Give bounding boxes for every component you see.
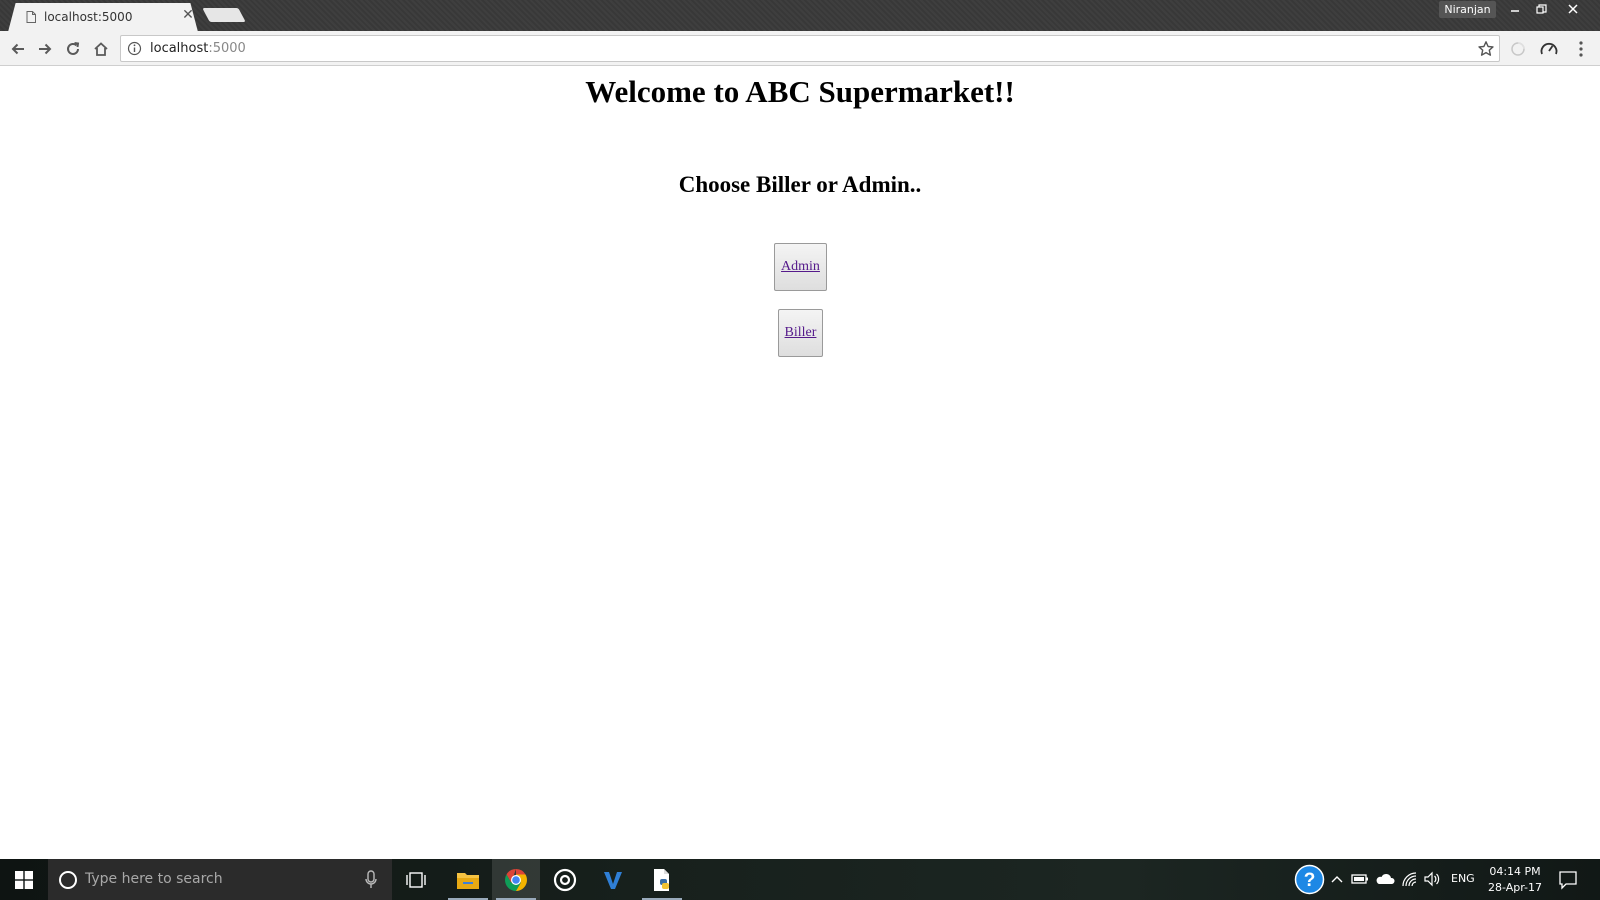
back-arrow-icon[interactable] xyxy=(6,37,30,61)
volume-icon[interactable] xyxy=(1423,870,1441,888)
browser-titlebar: localhost:5000 ✕ Niranjan xyxy=(0,0,1600,32)
task-view-icon[interactable] xyxy=(392,859,440,900)
chrome-icon[interactable] xyxy=(492,859,540,900)
url-host: localhost xyxy=(150,41,209,56)
restore-icon[interactable] xyxy=(1528,0,1554,18)
taskbar: Type here to search ? ENG 04:14 PM 28-Ap… xyxy=(0,859,1600,900)
reload-icon[interactable] xyxy=(61,37,85,61)
notification-icon[interactable] xyxy=(1558,870,1578,890)
windows-start-icon[interactable] xyxy=(0,859,48,900)
language-indicator[interactable]: ENG xyxy=(1451,872,1475,885)
page-content: Welcome to ABC Supermarket!! Choose Bill… xyxy=(0,66,1600,859)
clock-date: 28-Apr-17 xyxy=(1487,881,1543,894)
new-tab-button[interactable] xyxy=(202,8,246,22)
speedometer-icon[interactable] xyxy=(1539,40,1559,58)
browser-tab[interactable]: localhost:5000 ✕ xyxy=(8,3,198,32)
url-text: localhost:5000 xyxy=(150,41,246,56)
file-explorer-icon[interactable] xyxy=(444,859,492,900)
groove-music-icon[interactable] xyxy=(541,859,589,900)
help-icon[interactable]: ? xyxy=(1294,864,1325,895)
visual-studio-icon[interactable] xyxy=(589,859,637,900)
admin-button[interactable]: Admin xyxy=(774,243,827,291)
info-icon[interactable] xyxy=(127,41,142,56)
biller-button[interactable]: Biller xyxy=(778,309,823,357)
profile-button[interactable]: Niranjan xyxy=(1439,1,1496,18)
taskbar-search-box[interactable]: Type here to search xyxy=(48,859,392,900)
minimize-icon[interactable] xyxy=(1502,0,1528,18)
bookmark-star-icon[interactable] xyxy=(1477,40,1495,58)
svg-text:?: ? xyxy=(1304,870,1316,891)
url-port: :5000 xyxy=(208,41,246,56)
clock[interactable]: 04:14 PM 28-Apr-17 xyxy=(1480,864,1550,896)
browser-toolbar: localhost:5000 xyxy=(0,31,1600,66)
forward-arrow-icon[interactable] xyxy=(33,37,57,61)
python-icon[interactable] xyxy=(638,859,686,900)
page-subtitle: Choose Biller or Admin.. xyxy=(678,172,922,197)
page-title: Welcome to ABC Supermarket!! xyxy=(585,74,1015,109)
admin-link[interactable]: Admin xyxy=(781,259,820,275)
battery-icon[interactable] xyxy=(1351,870,1369,888)
tab-close-icon[interactable]: ✕ xyxy=(180,7,196,23)
biller-link[interactable]: Biller xyxy=(785,325,817,341)
page-icon xyxy=(26,11,36,23)
chevron-up-icon[interactable] xyxy=(1330,870,1344,888)
home-icon[interactable] xyxy=(89,37,113,61)
address-bar[interactable]: localhost:5000 xyxy=(120,35,1500,62)
wifi-icon[interactable] xyxy=(1401,870,1419,888)
tab-title: localhost:5000 xyxy=(44,10,133,24)
extension-icon[interactable] xyxy=(1509,40,1527,58)
onedrive-icon[interactable] xyxy=(1375,870,1395,888)
close-window-icon[interactable] xyxy=(1560,0,1586,18)
clock-time: 04:14 PM xyxy=(1489,865,1541,878)
microphone-icon[interactable] xyxy=(364,870,378,890)
menu-dots-icon[interactable] xyxy=(1574,40,1588,58)
search-placeholder: Type here to search xyxy=(85,871,223,887)
cortana-icon xyxy=(59,871,77,889)
